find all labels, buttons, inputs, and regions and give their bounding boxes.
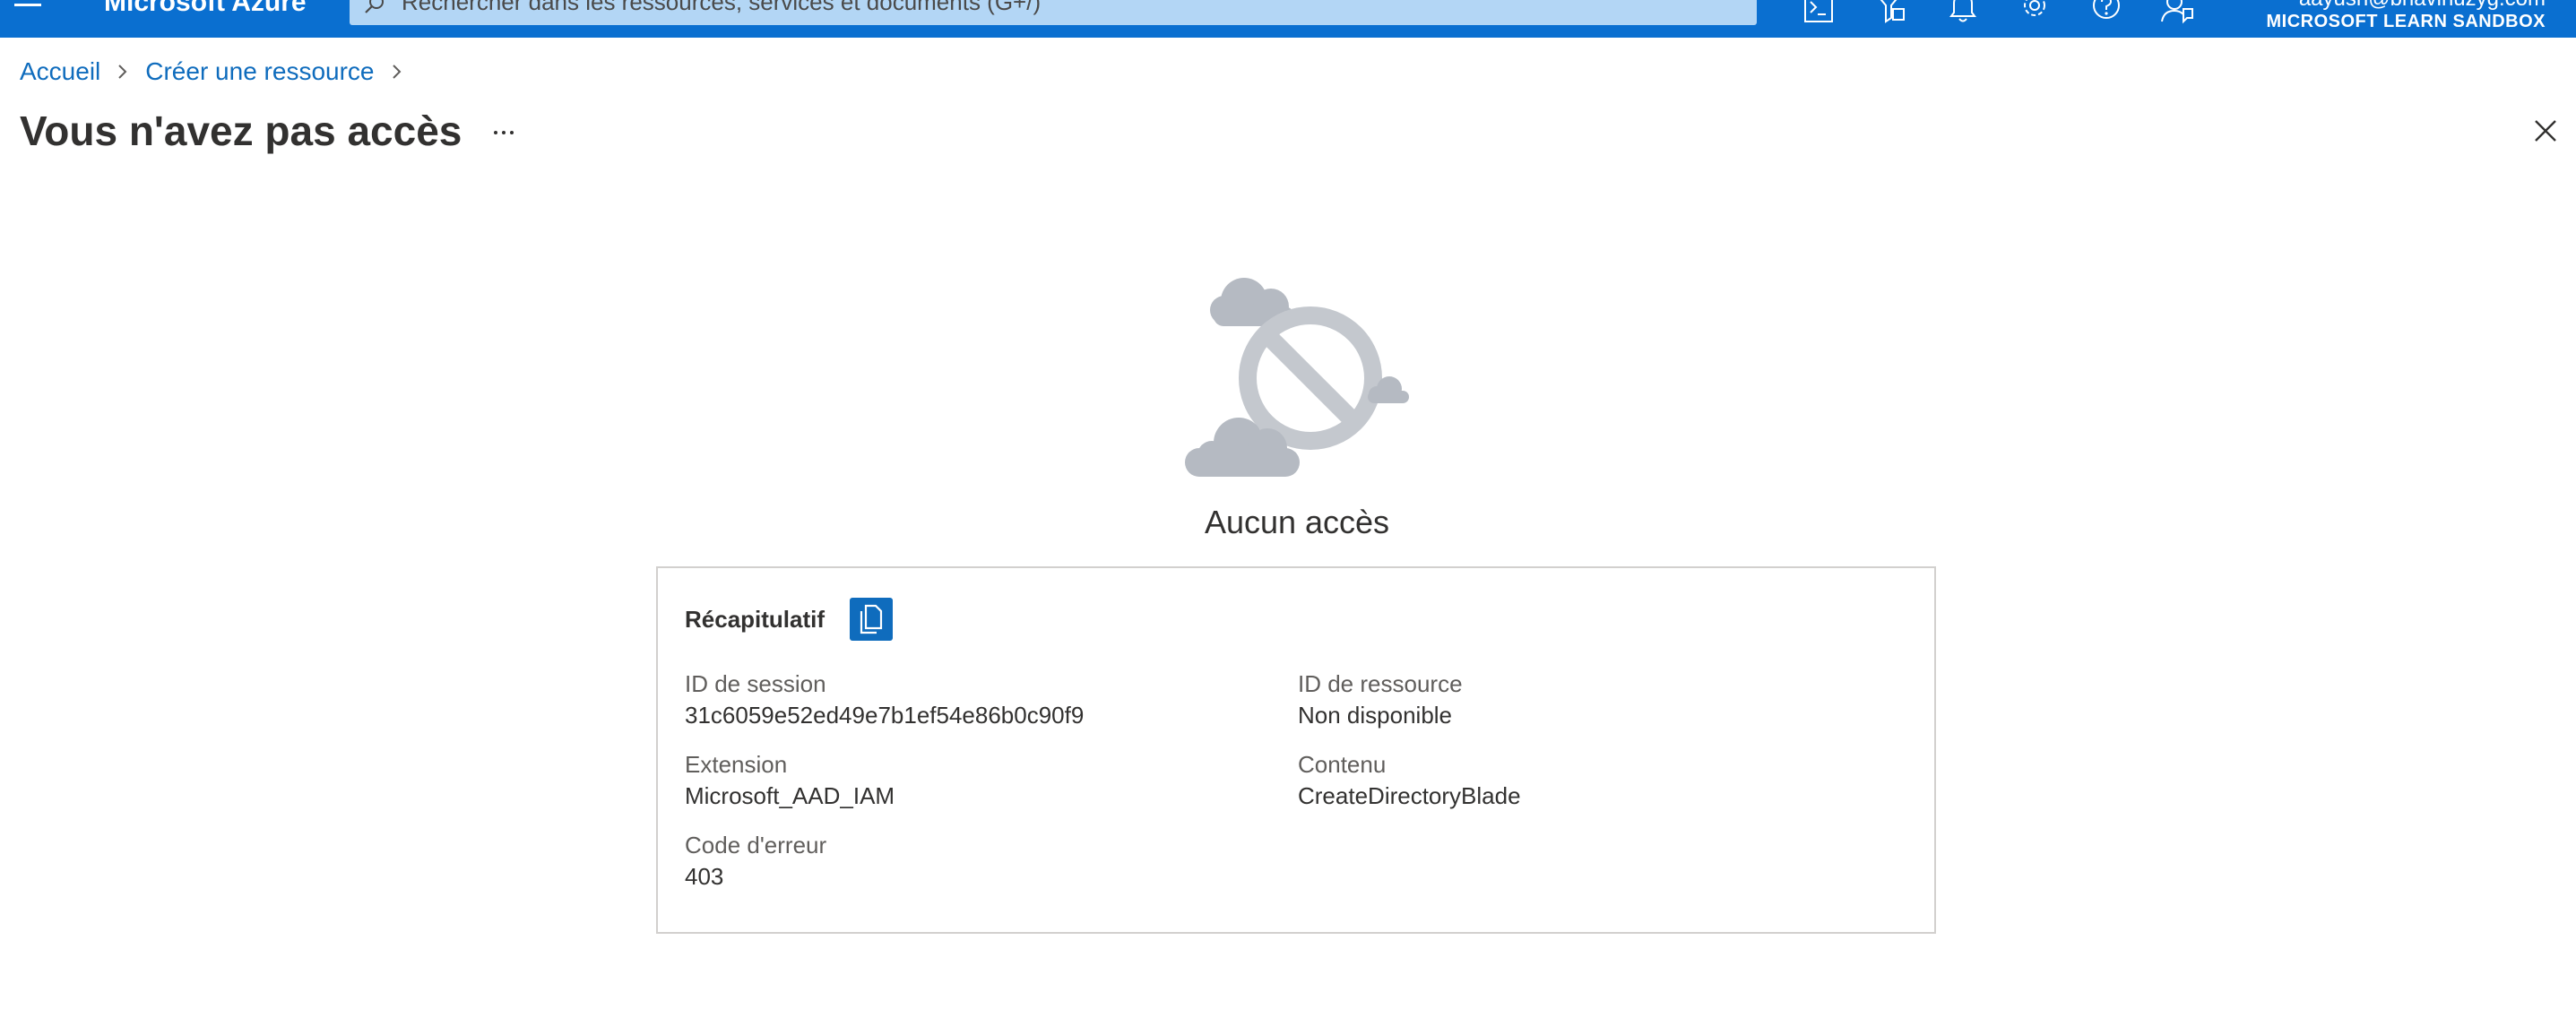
session-id-value: 31c6059e52ed49e7b1ef54e86b0c90f9 xyxy=(685,702,1085,729)
search-input[interactable] xyxy=(402,0,1728,20)
copy-icon xyxy=(860,604,883,634)
content-field: Contenu CreateDirectoryBlade xyxy=(1298,749,1871,812)
page-title: Vous n'avez pas accès xyxy=(20,108,462,154)
field-label: Contenu xyxy=(1298,751,1387,778)
session-id-field: ID de session 31c6059e52ed49e7b1ef54e86b… xyxy=(685,669,1258,731)
no-access-illustration-icon xyxy=(1185,278,1409,477)
content-value: CreateDirectoryBlade xyxy=(1298,782,1521,809)
resource-id-field: ID de ressource Non disponible xyxy=(1298,669,1871,731)
field-label: ID de ressource xyxy=(1298,670,1463,697)
more-options-icon[interactable] xyxy=(484,111,523,151)
chevron-right-icon xyxy=(118,65,127,79)
field-label: ID de session xyxy=(685,670,826,697)
summary-title: Récapitulatif xyxy=(685,605,826,633)
user-tenant: MICROSOFT LEARN SANDBOX xyxy=(2266,12,2546,31)
breadcrumb-home[interactable]: Accueil xyxy=(20,57,100,86)
close-icon[interactable] xyxy=(2528,113,2563,149)
help-icon[interactable] xyxy=(2088,0,2124,29)
error-code-field: Code d'erreur 403 xyxy=(685,830,1258,893)
search-box[interactable] xyxy=(350,0,1757,25)
directory-filter-icon[interactable] xyxy=(1873,0,1909,29)
top-bar: Microsoft Azure Rechercher dans les ress… xyxy=(0,0,2576,38)
breadcrumb-create-resource[interactable]: Créer une ressource xyxy=(145,57,374,86)
brand-title[interactable]: Microsoft Azure xyxy=(104,0,307,18)
user-email: aayush@bhavinuzyg.com xyxy=(2223,0,2546,11)
cloud-shell-icon[interactable] xyxy=(1802,0,1837,29)
chevron-right-icon xyxy=(392,65,401,79)
summary-header: Récapitulatif xyxy=(685,597,894,642)
copy-button[interactable] xyxy=(850,598,894,641)
extension-field: Extension Microsoft_AAD_IAM xyxy=(685,749,1258,812)
account-info[interactable]: aayush@bhavinuzyg.com MICROSOFT LEARN SA… xyxy=(2223,0,2546,32)
field-label: Code d'erreur xyxy=(685,832,827,858)
feedback-icon[interactable] xyxy=(2160,0,2196,29)
search-icon xyxy=(365,0,384,13)
status-title: Aucun accès xyxy=(1204,504,1390,540)
field-label: Extension xyxy=(685,751,788,778)
summary-panel: Récapitulatif ID de session 31c6059e52ed… xyxy=(656,566,1936,934)
menu-icon[interactable] xyxy=(13,0,43,22)
error-code-value: 403 xyxy=(685,863,724,890)
resource-id-value: Non disponible xyxy=(1298,702,1453,729)
extension-value: Microsoft_AAD_IAM xyxy=(685,782,895,809)
notifications-icon[interactable] xyxy=(1945,0,1981,29)
settings-icon[interactable] xyxy=(2017,0,2053,29)
breadcrumb: Accueil Créer une ressource xyxy=(20,56,419,88)
